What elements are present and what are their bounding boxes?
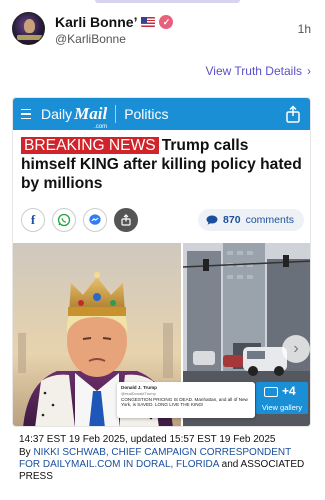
author-name[interactable]: Karli Bonne’ bbox=[55, 14, 137, 30]
author-name-row[interactable]: Karli Bonne’ ✓ bbox=[55, 14, 174, 30]
whatsapp-icon[interactable] bbox=[52, 208, 76, 232]
avatar[interactable] bbox=[12, 12, 45, 45]
article-timestamp: 14:37 EST 19 Feb 2025, updated 15:57 EST… bbox=[19, 434, 276, 445]
byline-prefix: By bbox=[19, 447, 31, 458]
article-byline: By NIKKI SCHWAB, CHIEF CAMPAIGN CORRESPO… bbox=[19, 447, 309, 483]
dailymail-logo[interactable]: Daily Mail .com bbox=[41, 104, 108, 130]
article-card[interactable]: Daily Mail .com Politics BREAKING NEWS Tru… bbox=[12, 97, 311, 427]
view-truth-details-label: View Truth Details bbox=[205, 64, 303, 78]
menu-icon[interactable] bbox=[21, 108, 31, 120]
avatar-figure bbox=[24, 19, 35, 33]
embedded-post-name: Donald J. Trump bbox=[121, 385, 157, 390]
logo-mail-text: Mail bbox=[74, 104, 108, 123]
comments-button[interactable]: 870 comments bbox=[198, 209, 304, 231]
avatar-text-strip bbox=[17, 35, 42, 40]
comments-label: comments bbox=[245, 214, 294, 226]
verified-badge-icon: ✓ bbox=[159, 15, 174, 29]
gallery-count: +4 bbox=[282, 384, 296, 398]
logo-mail: Mail .com bbox=[74, 104, 108, 130]
article-meta: 14:37 EST 19 Feb 2025, updated 15:57 EST… bbox=[19, 434, 309, 483]
embedded-post-text: CONGESTION PRICING IS DEAD. Manhattan, a… bbox=[121, 396, 248, 408]
logo-com: .com bbox=[94, 124, 108, 130]
chevron-right-icon[interactable]: › bbox=[282, 335, 310, 363]
comments-count: 870 bbox=[223, 214, 241, 226]
breaking-news-label: BREAKING NEWS bbox=[21, 137, 159, 154]
social-share-row: f 870 comments bbox=[21, 208, 306, 234]
section-label[interactable]: Politics bbox=[124, 106, 168, 122]
embedded-post-snippet: Donald J. Trump @realDonaldTrump CONGEST… bbox=[117, 382, 255, 418]
post-header: Karli Bonne’ ✓ @KarliBonne 1h bbox=[12, 12, 313, 48]
dailymail-header-bar: Daily Mail .com Politics bbox=[13, 98, 310, 130]
logo-daily: Daily bbox=[41, 106, 73, 122]
chevron-right-icon: › bbox=[307, 64, 311, 78]
header-divider bbox=[115, 105, 117, 123]
author-handle[interactable]: @KarliBonne bbox=[55, 32, 126, 46]
post-time: 1h bbox=[297, 22, 311, 36]
upload-icon[interactable] bbox=[114, 208, 138, 232]
view-truth-details-link[interactable]: View Truth Details › bbox=[206, 64, 312, 78]
top-strip bbox=[95, 0, 240, 3]
messenger-icon[interactable] bbox=[83, 208, 107, 232]
facebook-icon[interactable]: f bbox=[21, 208, 45, 232]
view-gallery-button[interactable]: +4 View gallery bbox=[256, 382, 308, 414]
gallery-label: View gallery bbox=[261, 403, 303, 412]
article-headline[interactable]: BREAKING NEWS Trump calls himself KING af… bbox=[21, 136, 306, 193]
gallery-camera-icon bbox=[264, 387, 278, 397]
article-images: › +4 View gallery Donald J. Trump @realD… bbox=[13, 243, 310, 426]
share-icon[interactable] bbox=[284, 105, 302, 123]
us-flag-icon bbox=[141, 17, 156, 27]
comment-bubble-icon bbox=[206, 215, 218, 225]
